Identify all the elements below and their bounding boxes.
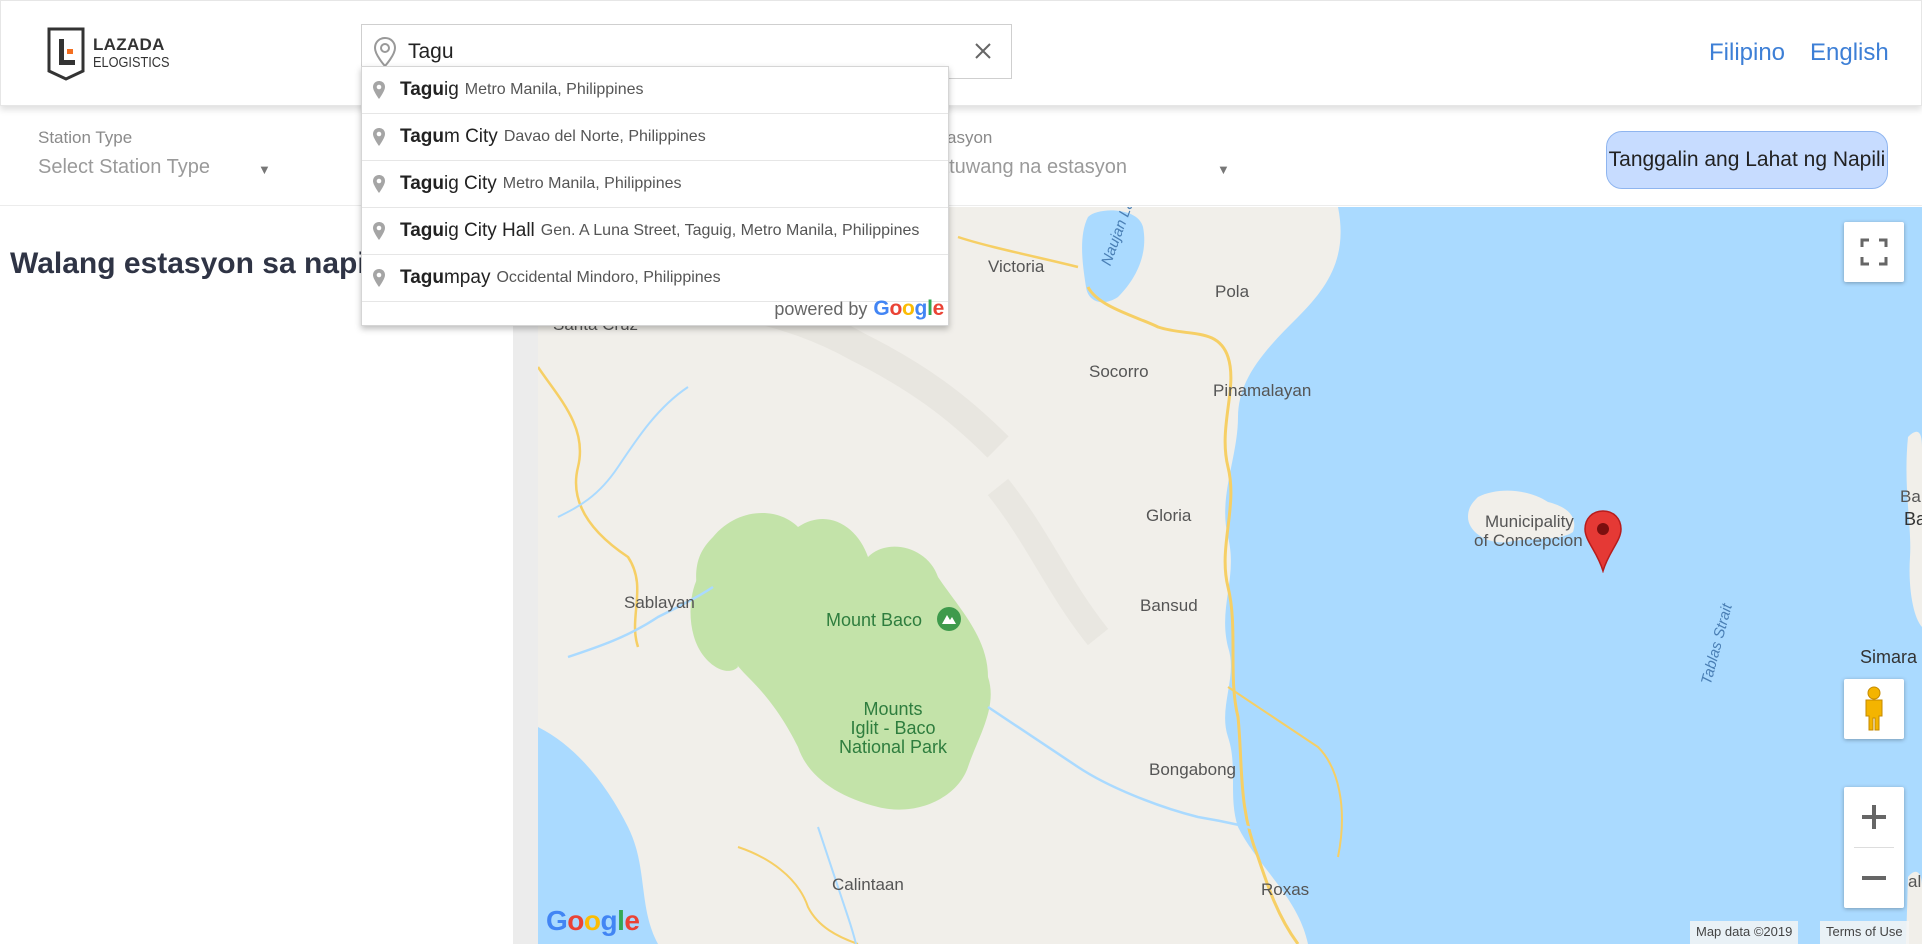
no-station-message: Walang estasyon sa napi <box>10 247 366 280</box>
powered-by-text: powered by <box>774 298 868 319</box>
suggestion-item[interactable]: Tagum City Davao del Norte, Philippines <box>362 114 948 161</box>
map-label-mounts-iglit: Mounts Iglit - Baco National Park <box>818 700 968 757</box>
zoom-controls <box>1844 787 1904 908</box>
language-filipino-link[interactable]: Filipino <box>1709 39 1785 67</box>
station-type-label: Station Type <box>38 128 133 147</box>
suggestion-secondary-text: Metro Manila, Philippines <box>502 175 682 192</box>
map-label-pola: Pola <box>1215 282 1250 301</box>
suggestion-match-text: Tagu <box>400 79 444 100</box>
station-status-chevron-down-icon[interactable]: ▼ <box>1217 162 1230 177</box>
clear-search-icon[interactable] <box>971 39 995 63</box>
location-marker-icon[interactable] <box>1583 509 1623 573</box>
suggestion-secondary-text: Metro Manila, Philippines <box>464 81 644 98</box>
zoom-out-button[interactable] <box>1844 848 1904 908</box>
suggestion-main-text: Taguig City <box>400 173 497 195</box>
suggestion-rest-text: m City <box>443 126 498 147</box>
suggestion-rest-text: ig City Hall <box>443 220 535 241</box>
fullscreen-icon <box>1860 238 1888 266</box>
google-map-logo[interactable]: Google <box>546 905 640 937</box>
clear-all-button[interactable]: Tanggalin ang Lahat ng Napili <box>1606 131 1888 189</box>
logo-text: LAZADA ELOGISTICS <box>93 36 183 72</box>
suggestion-main-text: Taguig City Hall <box>400 220 535 242</box>
filter-bar: Station Type Select Station Type ▼ asyon… <box>0 106 1922 206</box>
suggestion-item[interactable]: Taguig City Metro Manila, Philippines <box>362 161 948 208</box>
pegman-icon <box>1865 686 1883 731</box>
mountain-icon <box>937 607 961 631</box>
zoom-in-button[interactable] <box>1844 787 1904 847</box>
station-status-label: asyon <box>947 128 993 147</box>
map-label-mounts-iglit-line2: Iglit - Baco <box>850 718 936 738</box>
map-data-attribution: Map data ©2019 <box>1690 921 1799 944</box>
logo-line-2: ELOGISTICS <box>93 54 170 71</box>
map-label-bansud: Bansud <box>1140 596 1198 615</box>
map-label-socorro: Socorro <box>1089 362 1149 381</box>
lazada-logo-icon <box>47 27 85 81</box>
suggestion-main-text: Taguig <box>400 79 459 101</box>
suggestion-item[interactable]: Tagumpay Occidental Mindoro, Philippines <box>362 255 948 302</box>
map-label-victoria: Victoria <box>988 257 1045 276</box>
map-label-banton: Banto <box>1904 509 1922 529</box>
suggestion-rest-text: ig <box>443 79 459 100</box>
suggestion-pin-icon <box>373 128 385 146</box>
logo-line-1: LAZADA <box>93 35 165 54</box>
map-label-gloria: Gloria <box>1146 506 1192 525</box>
suggestion-pin-icon <box>373 175 385 193</box>
station-type-chevron-down-icon[interactable]: ▼ <box>258 162 271 177</box>
minus-icon <box>1862 876 1886 880</box>
suggestion-secondary-text: Davao del Norte, Philippines <box>503 128 706 145</box>
street-view-pegman-button[interactable] <box>1844 679 1904 739</box>
suggestion-main-text: Tagumpay <box>400 267 490 289</box>
map-label-of-concepcion: of Concepcion <box>1474 531 1583 550</box>
search-suggestions-dropdown: Taguig Metro Manila, Philippines Tagum C… <box>361 66 949 326</box>
terms-of-use-link[interactable]: Terms of Use <box>1820 921 1909 944</box>
map-label-mounts-iglit-line1: Mounts <box>863 699 923 719</box>
language-english-link[interactable]: English <box>1810 39 1889 67</box>
fullscreen-button[interactable] <box>1844 222 1904 282</box>
suggestion-item[interactable]: Taguig Metro Manila, Philippines <box>362 67 948 114</box>
suggestion-match-text: Tagu <box>400 267 444 288</box>
location-pin-icon <box>373 36 397 68</box>
suggestion-pin-icon <box>373 81 385 99</box>
station-type-select[interactable]: Select Station Type <box>38 156 210 179</box>
map-label-sablayan: Sablayan <box>624 593 695 612</box>
map-label-ba: Ba <box>1900 487 1921 506</box>
suggestion-secondary-text: Gen. A Luna Street, Taguig, Metro Manila… <box>540 222 920 239</box>
suggestion-match-text: Tagu <box>400 220 444 241</box>
suggestion-main-text: Tagum City <box>400 126 498 148</box>
suggestion-match-text: Tagu <box>400 126 444 147</box>
suggestion-match-text: Tagu <box>400 173 444 194</box>
map-label-pinamalayan: Pinamalayan <box>1213 381 1312 400</box>
map-label-bongabong: Bongabong <box>1149 760 1236 779</box>
suggestion-secondary-text: Occidental Mindoro, Philippines <box>496 269 721 286</box>
google-wordmark: Google <box>873 297 944 320</box>
plus-icon <box>1862 805 1886 829</box>
station-status-select[interactable]: atuwang na estasyon <box>938 156 1127 179</box>
header: LAZADA ELOGISTICS Filipino English <box>0 0 1922 106</box>
lazada-logo[interactable]: LAZADA ELOGISTICS <box>47 27 183 81</box>
suggestion-pin-icon <box>373 269 385 287</box>
map-label-roxas: Roxas <box>1261 880 1310 899</box>
map-label-calintaan: Calintaan <box>832 875 904 894</box>
map-label-municipality: Municipality <box>1485 512 1574 531</box>
powered-by-google: powered by Google <box>774 297 944 321</box>
map-label-mounts-iglit-line3: National Park <box>838 737 948 757</box>
map-label-simara: Simara <box>1860 647 1918 667</box>
suggestion-rest-text: ig City <box>443 173 497 194</box>
suggestion-pin-icon <box>373 222 385 240</box>
map-label-al: al <box>1908 872 1922 891</box>
suggestion-rest-text: mpay <box>443 267 491 288</box>
suggestion-item[interactable]: Taguig City Hall Gen. A Luna Street, Tag… <box>362 208 948 255</box>
map-label-mount-baco: Mount Baco <box>826 610 923 630</box>
